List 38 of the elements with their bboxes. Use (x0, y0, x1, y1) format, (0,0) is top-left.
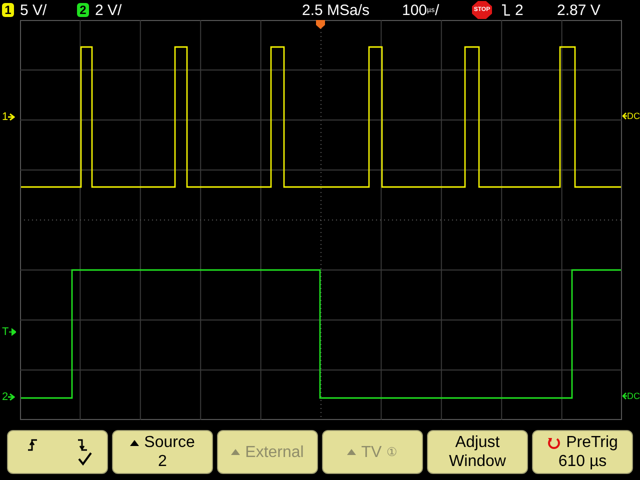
softkey[interactable]: PreTrig 610 µs (532, 430, 633, 474)
arrow-icon (622, 392, 627, 400)
softkey[interactable]: Source 2 (112, 430, 213, 474)
softkey[interactable]: Adjust Window (427, 430, 528, 474)
trigger-position-icon (316, 20, 325, 29)
coupling-label: DC (627, 111, 640, 121)
softkey-label: TV (361, 442, 382, 462)
softkey-label: External (245, 442, 304, 462)
channel-badge[interactable]: 1 (2, 3, 14, 17)
triangle-up-icon (347, 449, 356, 455)
arrow-icon (8, 393, 16, 401)
trigger-source: 2 (502, 2, 557, 18)
falling-edge-icon (78, 438, 88, 452)
falling-edge-icon (502, 4, 511, 16)
channel-badge[interactable]: 2 (77, 3, 89, 17)
softkey-value: Window (449, 452, 506, 471)
channel-scale: 5 V/ (20, 2, 47, 18)
channel-label: 1 (2, 111, 8, 123)
softkey-label: PreTrig (566, 433, 618, 452)
channel-label: 2 (2, 391, 8, 403)
softkey-label: Source (144, 433, 195, 452)
softkey-label: Adjust (455, 433, 500, 452)
trigger-level-label: T (2, 326, 9, 338)
slope-softkey[interactable] (7, 430, 108, 474)
channel-scale: 2 V/ (95, 2, 122, 18)
rotate-knob-icon (547, 436, 562, 450)
coupling-label: DC (627, 391, 640, 401)
arrow-icon (622, 112, 627, 120)
softkey-value: 2 (158, 452, 167, 471)
arrow-icon (8, 328, 16, 336)
circled-number-label: ① (386, 444, 398, 460)
arrow-icon (8, 113, 16, 121)
rising-edge-icon (28, 438, 38, 452)
softkey-value: 610 µs (558, 452, 607, 471)
triangle-up-icon (231, 449, 240, 455)
triangle-up-icon (130, 440, 140, 446)
sample-rate: 2.5 MSa/s (302, 2, 371, 18)
trigger-level: 2.87 V (557, 2, 602, 18)
